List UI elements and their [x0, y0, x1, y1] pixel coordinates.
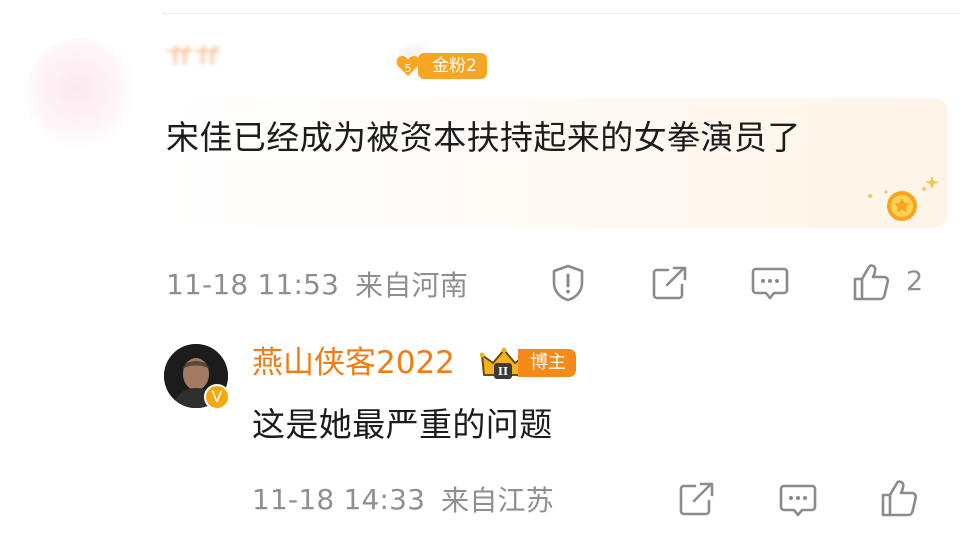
fan-badge[interactable]: 5 金粉2 — [394, 52, 487, 80]
reply-location: 来自江苏 — [441, 484, 554, 517]
reply-time: 11-18 14:33 — [252, 482, 426, 516]
reply-like-icon[interactable] — [879, 478, 919, 518]
vip-medal-icon — [868, 176, 939, 221]
share-icon[interactable] — [650, 264, 690, 304]
fan-level-text: 5 — [405, 62, 412, 75]
comment-meta: 11-18 11:53 来自河南 — [166, 267, 468, 303]
comment-location: 来自河南 — [355, 269, 468, 302]
commenter-name[interactable]: 뀨뀨 — [166, 46, 396, 80]
top-divider — [162, 13, 960, 14]
comment-text: 宋佳已经成为被资本扶持起来的女拳演员了 — [166, 118, 801, 157]
reply-user-name[interactable]: 燕山侠客2022 — [252, 343, 455, 383]
commenter-avatar[interactable] — [26, 38, 138, 150]
commenter-name-text: 뀨뀨 — [166, 46, 222, 70]
comment-icon[interactable] — [750, 264, 790, 304]
report-icon[interactable] — [548, 263, 588, 303]
reply-text: 这是她最严重的问题 — [252, 405, 553, 444]
fan-heart-icon: 5 — [394, 52, 422, 80]
reply-share-icon[interactable] — [677, 480, 717, 520]
like-icon[interactable] — [851, 262, 891, 302]
comment-bubble[interactable]: 宋佳已经成为被资本扶持起来的女拳演员了 — [162, 98, 948, 228]
crown-level-text: II — [498, 365, 508, 378]
reply-meta: 11-18 14:33 来自江苏 — [252, 482, 554, 518]
fan-badge-label: 金粉2 — [418, 53, 487, 79]
host-badge: 博主 — [518, 349, 576, 377]
verified-badge: V — [204, 384, 230, 410]
comment-time: 11-18 11:53 — [166, 267, 340, 301]
like-count: 2 — [906, 266, 924, 297]
reply-comment-icon[interactable] — [778, 481, 818, 521]
